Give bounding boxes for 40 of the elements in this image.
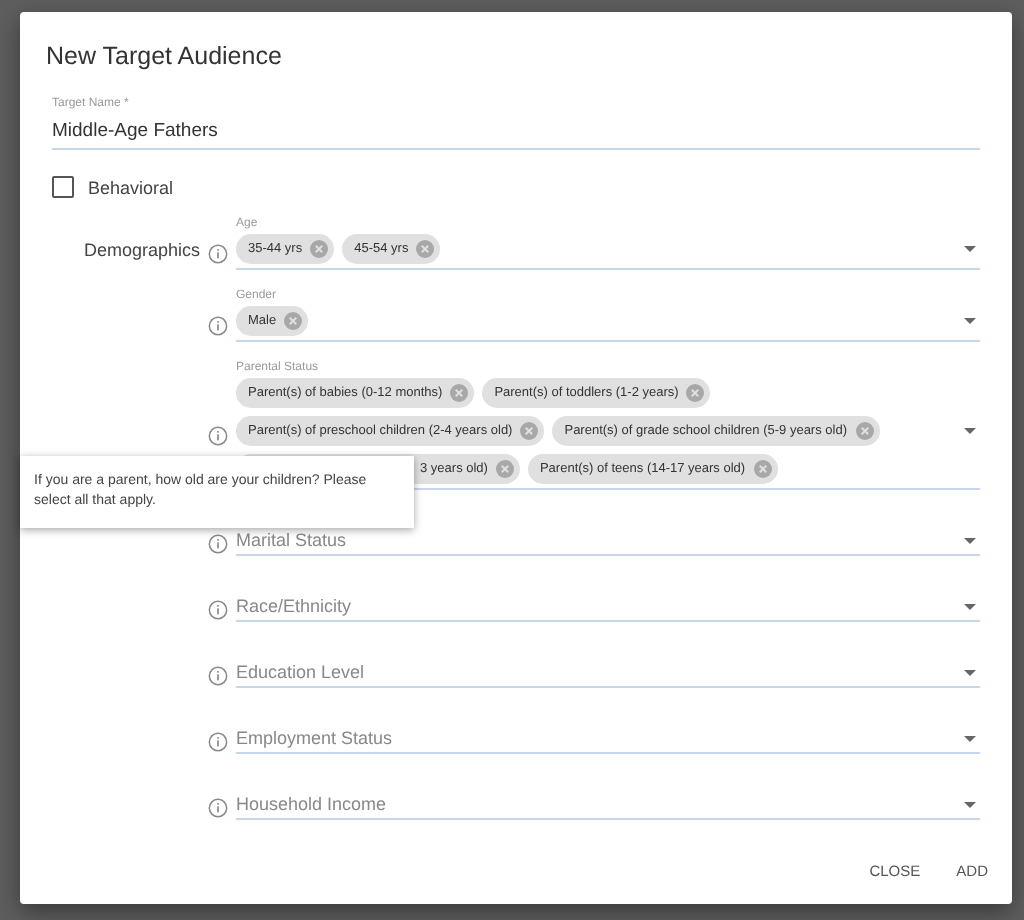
select-placeholder: Employment Status [236,728,393,748]
info-icon[interactable] [208,665,228,685]
target-name-input[interactable]: Middle-Age Fathers [52,120,980,142]
select-field[interactable]: Household Income [236,794,980,820]
remove-chip-icon[interactable] [520,422,539,440]
remove-chip-icon[interactable] [753,460,772,478]
info-icon[interactable] [208,797,228,817]
select-placeholder: Household Income [236,794,387,814]
info-icon[interactable] [208,533,228,553]
info-icon[interactable] [208,731,228,751]
select-placeholder: Race/Ethnicity [236,596,352,616]
info-icon[interactable] [208,243,228,263]
remove-chip-icon[interactable] [416,240,435,258]
dialog-title: New Target Audience [46,42,284,70]
behavioral-checkbox[interactable] [52,176,74,198]
info-icon[interactable] [208,315,228,335]
caret-icon [964,428,976,434]
select-placeholder: Marital Status [236,530,347,550]
select-field[interactable]: Marital Status [236,530,980,556]
remove-chip-icon[interactable] [495,460,514,478]
caret-icon [964,537,976,543]
remove-chip-icon[interactable] [855,422,873,440]
caret-icon [964,246,976,252]
caret-icon [964,735,976,741]
select-placeholder: Education Level [236,662,365,682]
remove-chip-icon[interactable] [450,384,469,402]
info-icon[interactable] [208,425,228,445]
select-field[interactable]: Race/Ethnicity [236,596,980,622]
remove-chip-icon[interactable] [310,240,329,258]
caret-icon [964,603,976,609]
caret-icon [964,669,976,675]
section-label: Demographics [83,240,200,260]
caret-icon [964,318,976,324]
select-field[interactable]: Employment Status [236,728,980,754]
info-icon[interactable] [208,599,228,619]
caret-icon [964,801,976,807]
select-field[interactable]: Education Level [236,662,980,688]
remove-chip-icon[interactable] [284,312,303,330]
remove-chip-icon[interactable] [686,384,705,402]
checkbox-label: Behavioral [88,177,174,197]
